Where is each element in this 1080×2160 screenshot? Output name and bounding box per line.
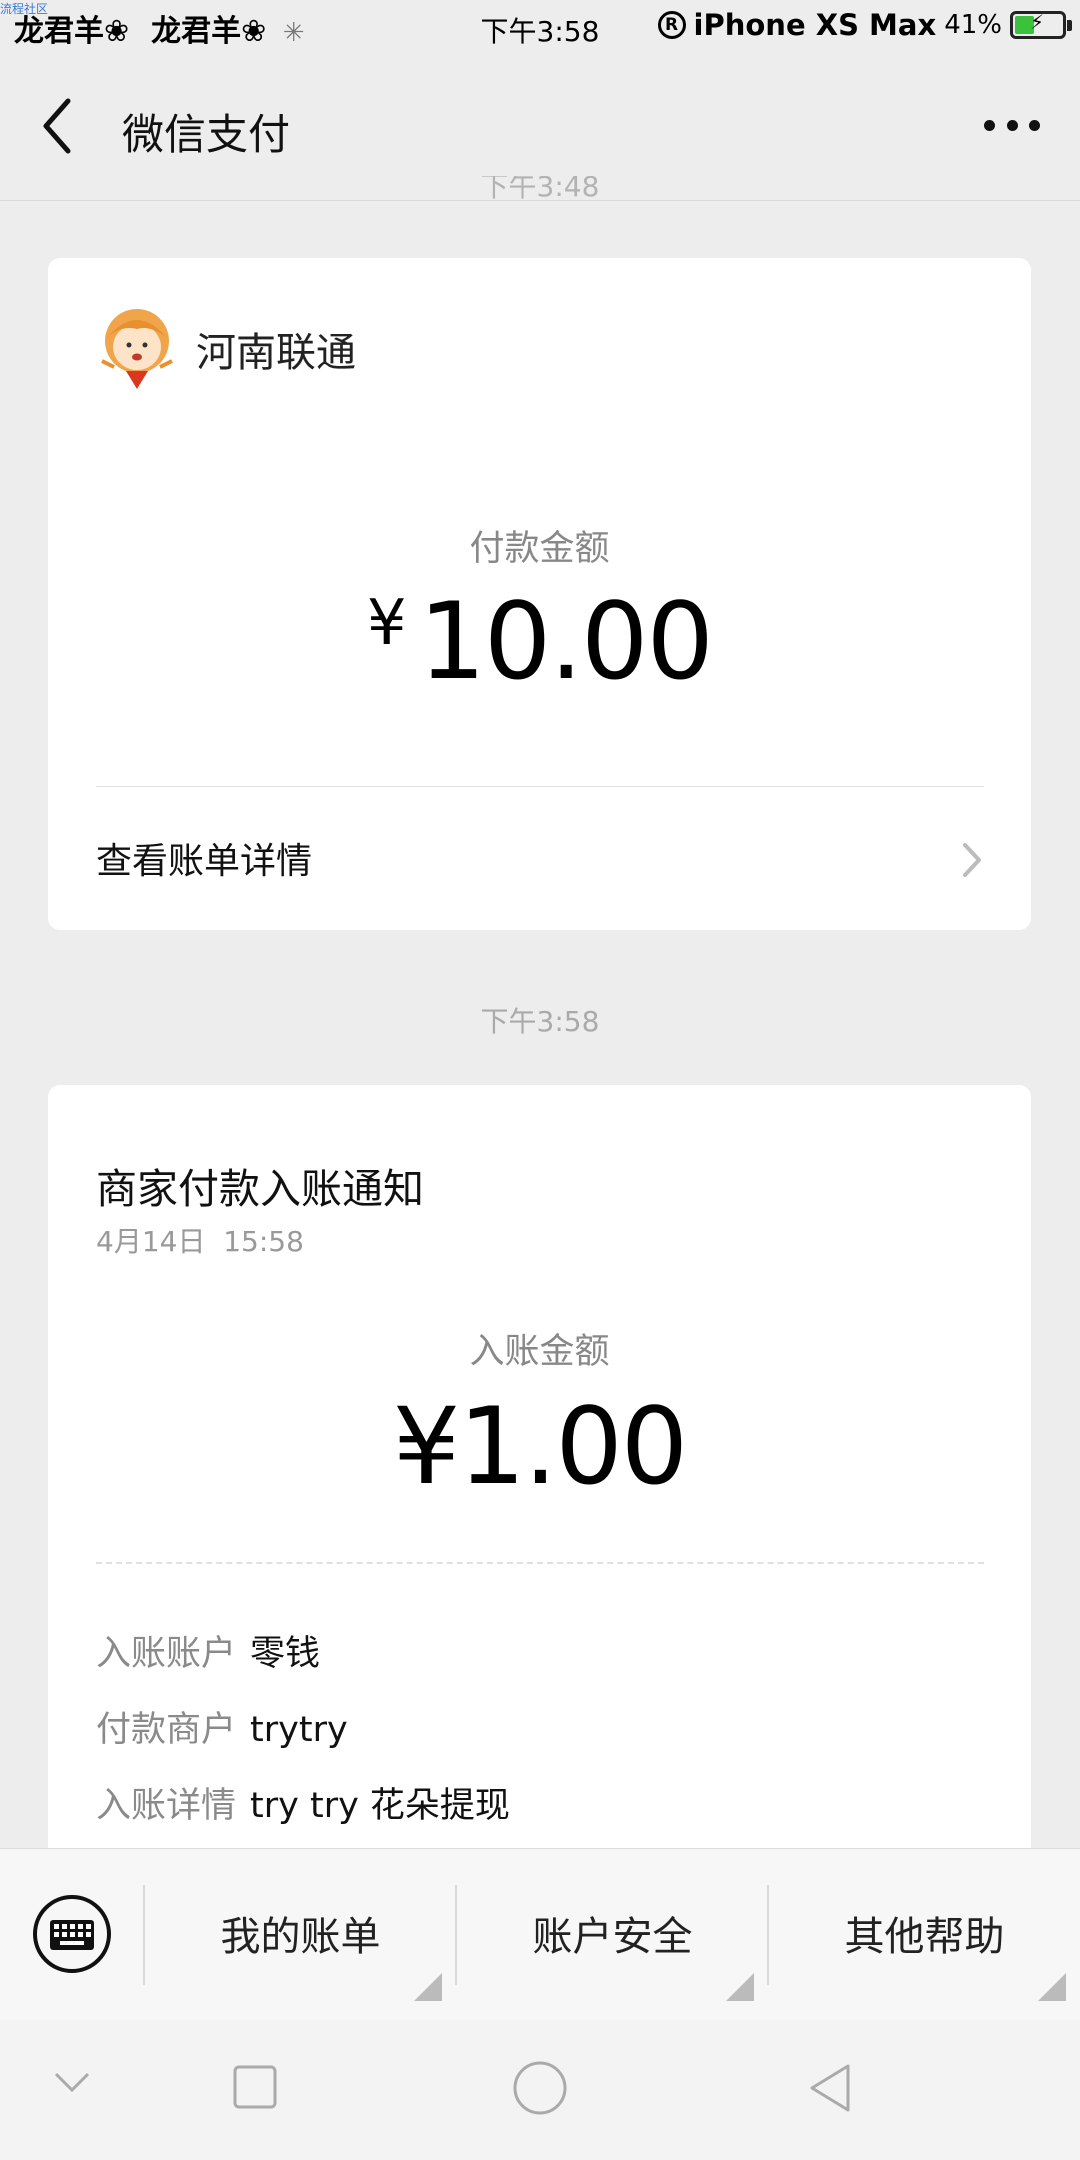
menu-other-help[interactable]: 其他帮助	[769, 1849, 1080, 2021]
submenu-indicator-icon	[726, 1973, 754, 2001]
payment-amount-value: 10.00	[418, 580, 713, 703]
battery-icon: ⚡	[1010, 10, 1072, 39]
detail-label: 入账详情	[96, 1786, 237, 1826]
dashed-divider	[96, 1562, 984, 1564]
menu-my-bills[interactable]: 我的账单	[145, 1849, 456, 2021]
back-arrow-icon[interactable]	[38, 95, 78, 157]
menu-label: 我的账单	[220, 1914, 381, 1960]
currency-symbol: ¥	[367, 586, 407, 659]
detail-label: 入账账户	[96, 1634, 237, 1674]
recent-apps-icon[interactable]	[232, 2064, 278, 2110]
detail-value: 零钱	[250, 1634, 321, 1674]
status-bar: 流程社区 龙君羊❀ 龙君羊❀ ✳ 下午3:58 R iPhone XS Max 4…	[0, 0, 1080, 55]
merchant-avatar	[101, 309, 173, 389]
detail-row: 入账账户 零钱	[96, 1625, 320, 1676]
status-right: R iPhone XS Max 41% ⚡	[657, 8, 1072, 42]
menu-label: 其他帮助	[844, 1914, 1005, 1960]
back-triangle-icon[interactable]	[806, 2062, 854, 2114]
chevron-down-icon[interactable]	[52, 2068, 92, 2096]
payment-amount-label: 付款金额	[469, 529, 610, 569]
dot-icon	[1006, 120, 1018, 131]
keyboard-icon[interactable]	[32, 1894, 112, 1974]
registered-icon: R	[657, 11, 686, 39]
more-options-icon[interactable]	[984, 120, 1040, 132]
battery-cap	[1067, 20, 1072, 31]
page-title: 微信支付	[122, 110, 291, 159]
detail-value: try try 花朵提现	[250, 1786, 510, 1826]
carrier-name: iPhone XS Max	[693, 8, 937, 42]
payment-amount: ¥10.00	[48, 580, 1031, 703]
charging-icon: ⚡	[1030, 10, 1045, 34]
notice-date: 4月14日 15:58	[96, 1225, 304, 1258]
menu-label: 账户安全	[532, 1914, 693, 1960]
notice-title: 商家付款入账通知	[96, 1165, 424, 1213]
detail-label: 付款商户	[96, 1710, 237, 1750]
detail-value: trytry	[250, 1710, 348, 1750]
dot-icon	[1029, 120, 1040, 131]
detail-row: 付款商户 trytry	[96, 1701, 348, 1752]
bottom-menu: 我的账单 账户安全 其他帮助	[0, 1848, 1080, 2021]
dot-icon	[984, 120, 995, 131]
merchant-name: 河南联通	[196, 330, 356, 376]
faded-timestamp: 下午3:48	[480, 176, 600, 203]
payment-card: 河南联通 付款金额 ¥10.00 查看账单详情	[48, 258, 1031, 930]
credit-amount: ¥1.00	[392, 1385, 688, 1508]
view-bill-details-label: 查看账单详情	[96, 841, 313, 882]
detail-row: 入账详情 try try 花朵提现	[96, 1777, 510, 1828]
chevron-right-icon	[963, 843, 981, 877]
message-timestamp: 下午3:58	[480, 1005, 600, 1038]
submenu-indicator-icon	[414, 1973, 442, 2001]
credit-amount-label: 入账金额	[469, 1332, 610, 1372]
submenu-indicator-icon	[1038, 1973, 1066, 2001]
system-nav-bar	[0, 2020, 1080, 2160]
battery-percent: 41%	[944, 10, 1002, 40]
home-icon[interactable]	[512, 2060, 568, 2116]
menu-account-security[interactable]: 账户安全	[457, 1849, 768, 2021]
view-bill-details-link[interactable]: 查看账单详情	[96, 786, 984, 930]
